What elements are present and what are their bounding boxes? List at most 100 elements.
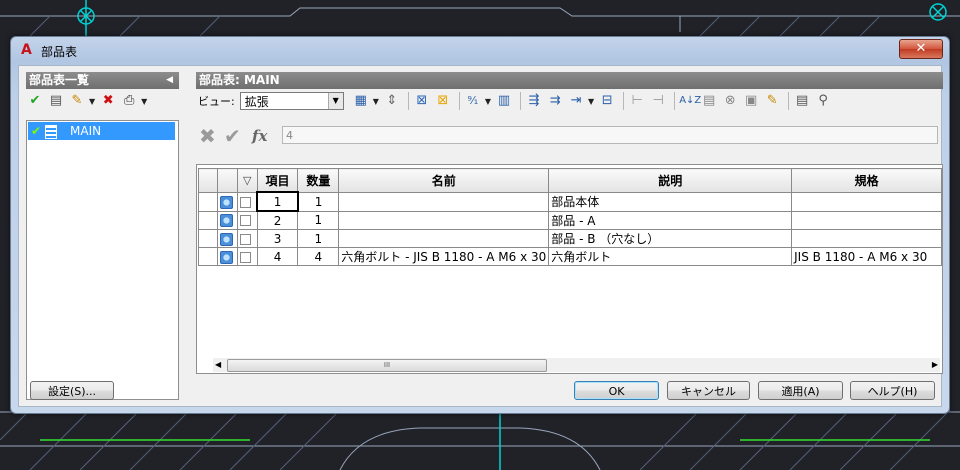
column-header-item[interactable]: 項目 — [256, 168, 299, 193]
cell-spec[interactable]: JIS B 1180 - A M6 x 30 — [791, 247, 942, 266]
cell-name[interactable] — [338, 210, 550, 230]
cell-description[interactable]: 部品本体 — [548, 191, 793, 212]
layout-dropdown-arrow-icon[interactable]: ▼ — [373, 97, 379, 106]
cell-name[interactable] — [338, 229, 550, 248]
row-checkbox[interactable] — [239, 251, 251, 263]
row-checkbox-cell[interactable] — [236, 229, 258, 248]
row-selector[interactable] — [198, 191, 218, 212]
row-status-cell — [216, 210, 238, 230]
cell-item[interactable]: 4 — [256, 247, 299, 266]
item-blue-icon[interactable]: ⊠ — [413, 92, 431, 110]
status-header[interactable] — [216, 168, 238, 193]
view-select[interactable]: 拡張 ▼ — [239, 92, 344, 110]
cell-item[interactable]: 3 — [256, 229, 299, 248]
cell-qty[interactable]: 4 — [297, 247, 340, 266]
toolbar-separator — [623, 92, 625, 110]
row-checkbox-cell[interactable] — [236, 191, 258, 212]
column-header-description[interactable]: 説明 — [548, 168, 793, 193]
cell-description[interactable]: 六角ボルト — [548, 247, 793, 266]
bom-list: ✔ MAIN — [26, 120, 179, 400]
print-icon[interactable]: ⎙ — [120, 92, 138, 110]
filter-header[interactable]: ▽ — [236, 168, 258, 193]
table-row[interactable]: 4 4 六角ボルト - JIS B 1180 - A M6 x 30 六角ボルト… — [198, 247, 942, 266]
export-icon[interactable]: ▤ — [700, 92, 718, 110]
row-selector[interactable] — [198, 247, 218, 266]
scroll-right-arrow-icon[interactable]: ▶ — [932, 358, 938, 372]
table-row[interactable]: 2 1 部品 - A — [198, 210, 942, 230]
table-layout-icon[interactable]: ▦ — [352, 92, 370, 110]
cell-spec[interactable] — [791, 229, 942, 248]
bom-list-panel: 部品表一覧 ◀ ✔ ▤ ✎ ▼ ✖ ⎙ ▼ ✔ MAIN — [26, 72, 179, 400]
bom-dialog: A 部品表 ✕ 部品表一覧 ◀ ✔ ▤ ✎ ▼ ✖ ⎙ ▼ ✔ MAIN 部品表… — [10, 36, 950, 414]
cell-name[interactable]: 六角ボルト - JIS B 1180 - A M6 x 30 — [338, 247, 550, 266]
table-row[interactable]: 1 1 部品本体 — [198, 191, 942, 212]
renumber-icon[interactable]: ⁹⁄₁ — [464, 92, 482, 110]
cell-description[interactable]: 部品 - A — [548, 210, 793, 230]
expand-collapse-icon[interactable]: ⇕ — [383, 92, 401, 110]
delete-bom-icon[interactable]: ✖ — [99, 92, 117, 110]
print-dropdown-arrow-icon[interactable]: ▼ — [141, 97, 147, 106]
add-column-icon[interactable]: ⇥ — [567, 92, 585, 110]
edit-dropdown-arrow-icon[interactable]: ▼ — [89, 97, 95, 106]
cell-spec[interactable] — [791, 210, 942, 230]
dialog-client-area: 部品表一覧 ◀ ✔ ▤ ✎ ▼ ✖ ⎙ ▼ ✔ MAIN 部品表: MAIN ビ… — [18, 65, 943, 407]
cancel-edit-icon[interactable]: ✖ — [199, 124, 216, 148]
horizontal-scrollbar[interactable]: ◀ III ▶ — [213, 358, 940, 372]
column-chooser-icon[interactable]: ▥ — [495, 92, 513, 110]
row-checkbox[interactable] — [239, 215, 251, 227]
add-column-dropdown-arrow-icon[interactable]: ▼ — [588, 97, 594, 106]
close-button[interactable]: ✕ — [899, 39, 943, 59]
row-selector[interactable] — [198, 210, 218, 230]
merge-items-icon[interactable]: ⇶ — [525, 92, 543, 110]
column-header-name[interactable]: 名前 — [338, 168, 550, 193]
set-active-check-icon[interactable]: ✔ — [26, 92, 44, 110]
accept-edit-icon[interactable]: ✔ — [224, 124, 241, 148]
split-items-icon[interactable]: ⇉ — [546, 92, 564, 110]
scroll-left-arrow-icon[interactable]: ◀ — [215, 358, 221, 372]
apply-button[interactable]: 適用(A) — [758, 381, 843, 400]
row-checkbox-cell[interactable] — [236, 210, 258, 230]
filter-icon[interactable]: ▽ — [243, 174, 251, 187]
cell-spec[interactable] — [791, 191, 942, 212]
cancel-button[interactable]: キャンセル — [667, 381, 750, 400]
column-header-spec[interactable]: 規格 — [791, 168, 942, 193]
tree-collapse-icon[interactable]: ⊣ — [649, 92, 667, 110]
table-properties-icon[interactable]: ▤ — [793, 92, 811, 110]
purge-icon[interactable]: ⊗ — [721, 92, 739, 110]
renumber-dropdown-arrow-icon[interactable]: ▼ — [485, 97, 491, 106]
row-checkbox[interactable] — [239, 233, 251, 245]
row-checkbox[interactable] — [239, 196, 251, 208]
edit-bom-icon[interactable]: ✎ — [68, 92, 86, 110]
cell-description[interactable]: 部品 - B （穴なし） — [548, 229, 793, 248]
settings-button[interactable]: 設定(S)... — [30, 381, 114, 400]
scrollbar-thumb[interactable]: III — [227, 359, 547, 372]
bom-grid: ▽ 項目 数量 名前 説明 規格 1 1 部品本体 2 1 部品 - A 3 1… — [196, 164, 943, 374]
cell-qty[interactable]: 1 — [297, 210, 340, 230]
formula-input[interactable]: 4 — [282, 126, 938, 144]
copy-bom-icon[interactable]: ▤ — [47, 92, 65, 110]
column-header-qty[interactable]: 数量 — [297, 168, 340, 193]
cell-qty[interactable]: 1 — [297, 191, 340, 212]
row-checkbox-cell[interactable] — [236, 247, 258, 266]
bom-list-header: 部品表一覧 ◀ — [26, 72, 179, 89]
row-selector[interactable] — [198, 229, 218, 248]
cell-item[interactable]: 2 — [256, 210, 299, 230]
ok-button[interactable]: OK — [574, 381, 659, 400]
bom-list-header-label: 部品表一覧 — [29, 73, 90, 87]
edit-notes-icon[interactable]: ✎ — [763, 92, 781, 110]
cell-qty[interactable]: 1 — [297, 229, 340, 248]
virtual-part-icon[interactable]: ▣ — [742, 92, 760, 110]
cell-item[interactable]: 1 — [256, 191, 299, 212]
cell-name[interactable] — [338, 191, 550, 212]
table-row[interactable]: 3 1 部品 - B （穴なし） — [198, 229, 942, 248]
tree-expand-icon[interactable]: ⊢ — [628, 92, 646, 110]
delete-column-icon[interactable]: ⊟ — [598, 92, 616, 110]
sort-icon[interactable]: A↓Z — [679, 92, 701, 110]
collapse-arrow-icon[interactable]: ◀ — [166, 72, 173, 89]
fx-icon[interactable]: fx — [252, 127, 267, 145]
row-selector-header[interactable] — [198, 168, 218, 193]
item-yellow-icon[interactable]: ⊠ — [434, 92, 452, 110]
bom-list-item-main[interactable]: ✔ MAIN — [28, 122, 175, 140]
link-icon[interactable]: ⚲ — [814, 92, 832, 110]
help-button[interactable]: ヘルプ(H) — [850, 381, 935, 400]
